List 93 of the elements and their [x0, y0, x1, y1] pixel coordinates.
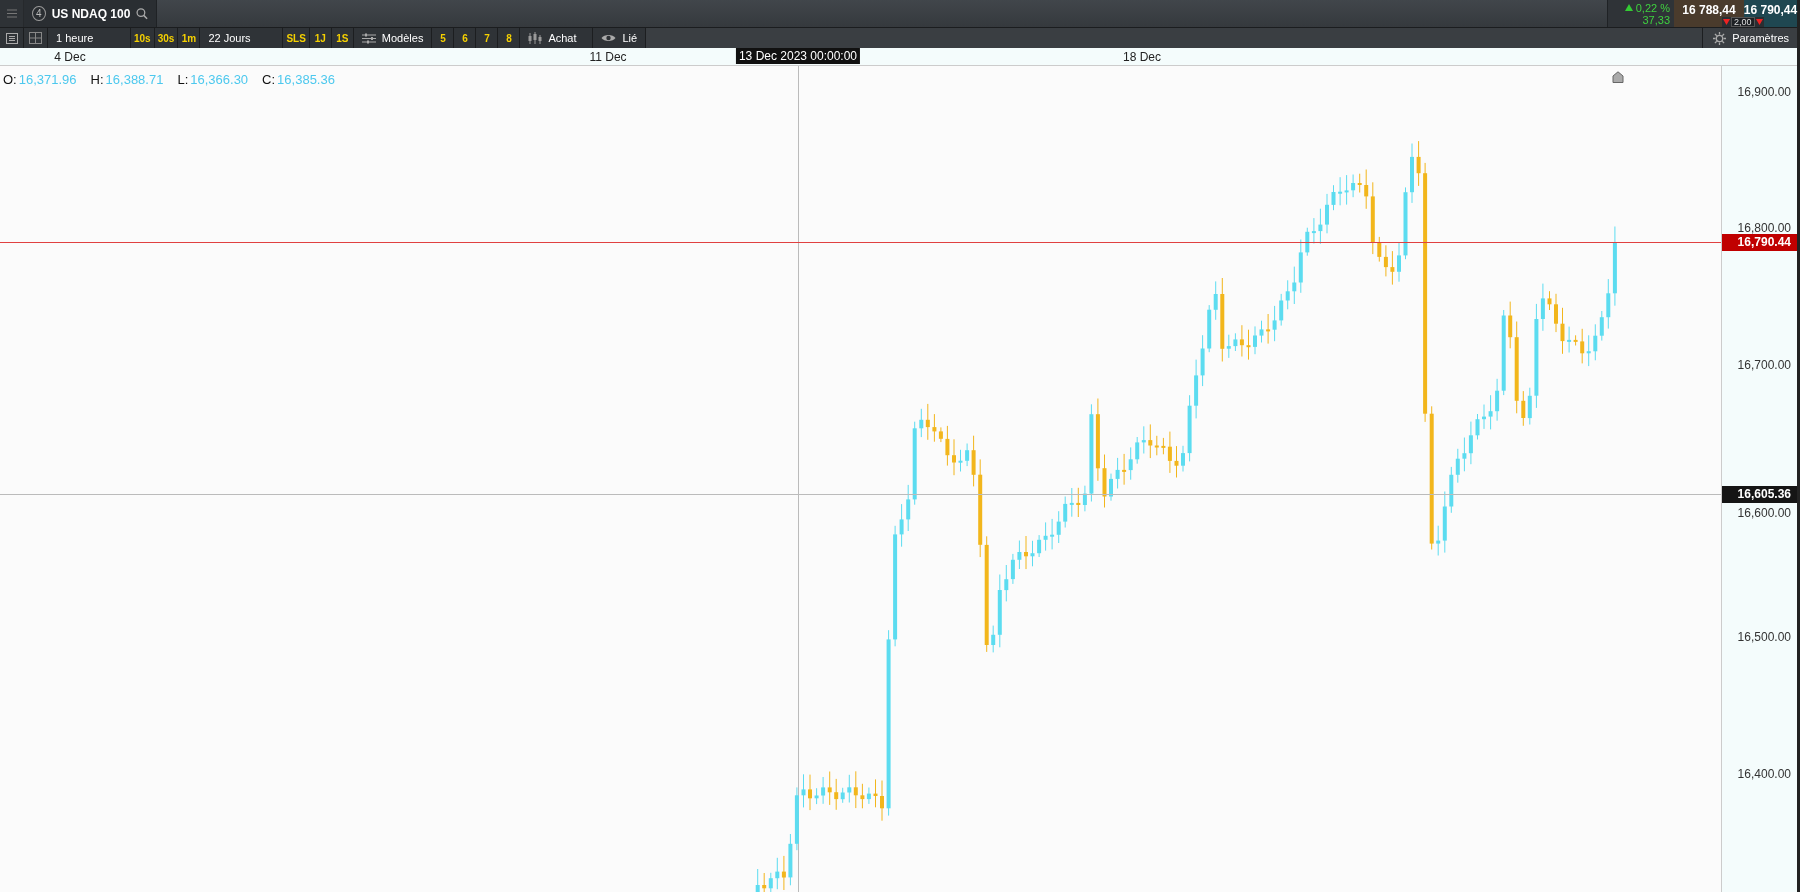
quick-period-button[interactable]: SLS [283, 28, 309, 48]
candle [1024, 535, 1028, 570]
ohlc-label: L: [177, 72, 189, 87]
candle [808, 774, 812, 811]
date-label: 11 Dec [589, 50, 627, 64]
candle [1488, 394, 1493, 430]
buy-strip [1763, 17, 1797, 27]
sell-price-button[interactable]: 16 788,44 [1674, 0, 1744, 17]
candle [1410, 143, 1414, 204]
candle [1109, 473, 1113, 502]
grid-icon [29, 32, 42, 44]
candle [958, 449, 963, 472]
toolbar-button[interactable]: 22 Jours [200, 28, 283, 48]
instrument-name: US NDAQ 100 [51, 6, 131, 21]
last-price-tag: 16,790.44 [1722, 234, 1797, 251]
candle [1181, 445, 1185, 472]
ohlc-label: C: [262, 72, 276, 87]
ohlc-value: 16,371.96 [18, 72, 77, 87]
price-tick-label: 16,900.00 [1737, 85, 1791, 99]
date-label: 18 Dec [1123, 50, 1161, 64]
candle [1259, 320, 1264, 343]
sell-strip [1674, 17, 1722, 27]
price-tick-label: 16,400.00 [1737, 766, 1791, 781]
change-points: 37,33 [1642, 13, 1670, 26]
ohlc-value: 16,385.36 [277, 72, 335, 87]
candle [952, 438, 956, 476]
candle [1390, 250, 1395, 286]
candle [880, 780, 884, 822]
toolbar-button[interactable]: 1 heure [48, 28, 130, 48]
crosshair-date-label: 13 Dec 2023 00:00:00 [735, 48, 861, 64]
candle [755, 868, 760, 892]
quick-period-button[interactable]: 10s [131, 28, 154, 48]
candle [1554, 293, 1558, 333]
ohlc-label: H: [90, 72, 104, 87]
candle [1482, 404, 1486, 430]
candle [1017, 540, 1022, 570]
candle [1030, 540, 1035, 567]
candle [1246, 329, 1251, 361]
search-icon [136, 7, 148, 20]
candle [1174, 445, 1179, 478]
candle [1253, 325, 1257, 355]
down-triangle-icon [1754, 17, 1764, 27]
candle [814, 787, 819, 805]
quick-period-button[interactable]: 1S [331, 28, 353, 48]
list-icon [5, 32, 18, 44]
candle [1331, 184, 1336, 211]
quick-period-button[interactable]: 6 [454, 28, 476, 48]
candle [873, 778, 878, 808]
toolbar-button[interactable]: Modèles [353, 28, 432, 48]
house-marker-icon [1612, 71, 1624, 83]
list-button[interactable] [0, 28, 23, 48]
quick-period-button[interactable]: 30s [154, 28, 178, 48]
settings-icon [1713, 31, 1727, 45]
eye-icon [601, 33, 617, 43]
candle [1560, 307, 1565, 355]
candle [1187, 394, 1192, 462]
spread-value: 2,00 [1731, 17, 1755, 27]
candle [1416, 140, 1421, 187]
price-tick-label: 16,700.00 [1737, 357, 1791, 372]
candle [1115, 457, 1120, 489]
change-percent: 0,22 % [1635, 1, 1670, 14]
down-triangle-icon [1722, 17, 1731, 27]
layout-button[interactable] [24, 28, 47, 48]
ohlc-label: O: [3, 72, 17, 87]
candle [1547, 290, 1552, 311]
menu-icon [6, 9, 17, 18]
instrument-tab[interactable]: 4 US NDAQ 100 [24, 0, 157, 27]
candle [801, 773, 806, 808]
candle [1397, 242, 1401, 283]
candle [1475, 413, 1480, 440]
ohlc-value: 16,388.71 [105, 72, 164, 87]
candle [1102, 454, 1107, 508]
sliders-icon [361, 32, 376, 44]
candles-icon [528, 31, 543, 45]
price-tick-label: 16,600.00 [1737, 505, 1791, 520]
candle [945, 425, 950, 467]
price-tick-label: 16,800.00 [1737, 221, 1791, 236]
quick-period-button[interactable]: 8 [498, 28, 520, 48]
quick-period-button[interactable]: 5 [432, 28, 454, 48]
settings-button[interactable]: Paramètres [1703, 28, 1797, 48]
date-label: 4 Dec [54, 50, 86, 64]
quick-period-button[interactable]: 1m [178, 28, 200, 48]
ohlc-value: 16,366.30 [190, 72, 249, 87]
up-triangle-icon [1624, 4, 1633, 11]
candle [1325, 193, 1329, 234]
price-tick-label: 16,500.00 [1737, 630, 1791, 645]
quick-period-button[interactable]: 1J [309, 28, 331, 48]
crosshair-price-tag: 16,605.36 [1722, 486, 1797, 503]
candle [1318, 208, 1323, 245]
toolbar-button[interactable]: Achat [520, 28, 593, 48]
quick-period-button[interactable]: 7 [476, 28, 498, 48]
toolbar-button[interactable]: Lié [593, 28, 646, 48]
buy-price-button[interactable]: 16 790,44 [1744, 0, 1797, 17]
